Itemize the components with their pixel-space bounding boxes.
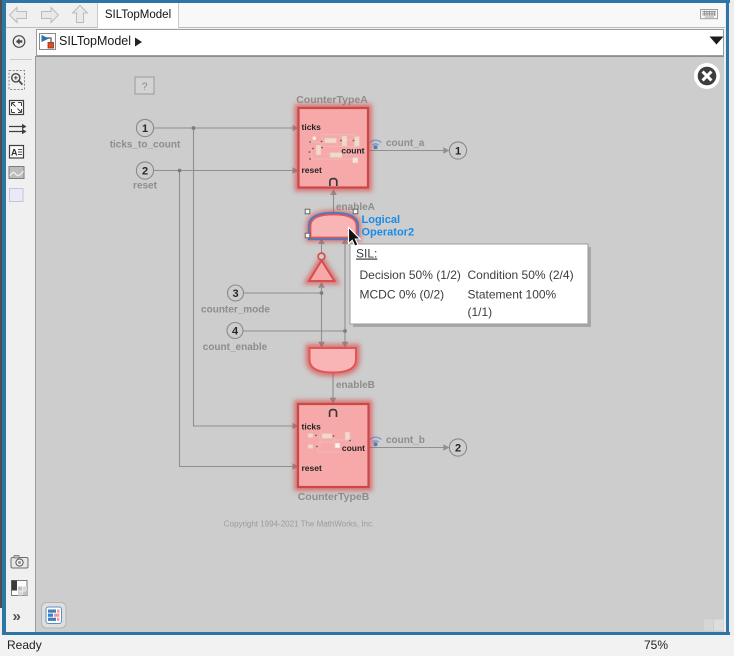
svg-text:MCDC 0% (0/2): MCDC 0% (0/2) bbox=[360, 288, 445, 302]
svg-text:»: » bbox=[12, 608, 20, 625]
svg-text:reset: reset bbox=[133, 181, 158, 192]
svg-text:ticks_to_count: ticks_to_count bbox=[110, 140, 181, 151]
svg-text:Condition 50% (2/4): Condition 50% (2/4) bbox=[468, 268, 574, 282]
svg-text:counter_mode: counter_mode bbox=[201, 305, 270, 316]
svg-text:Logical: Logical bbox=[362, 214, 401, 226]
svg-text:count_b: count_b bbox=[386, 435, 425, 446]
svg-text:CounterTypeB: CounterTypeB bbox=[298, 491, 370, 503]
svg-text:count_enable: count_enable bbox=[203, 342, 268, 353]
svg-text:4: 4 bbox=[232, 326, 239, 338]
svg-text:A: A bbox=[11, 148, 18, 158]
svg-text:count: count bbox=[341, 146, 364, 156]
svg-text:ticks: ticks bbox=[302, 422, 322, 432]
svg-text:Copyright 1994-2021 The MathWo: Copyright 1994-2021 The MathWorks, Inc. bbox=[224, 520, 374, 529]
svg-text:enableB: enableB bbox=[336, 380, 375, 391]
svg-text:count: count bbox=[342, 443, 365, 453]
svg-text:Operator2: Operator2 bbox=[362, 227, 415, 239]
svg-text:?: ? bbox=[141, 81, 147, 93]
svg-text:2: 2 bbox=[142, 166, 148, 178]
svg-text:ticks: ticks bbox=[302, 122, 322, 132]
svg-text:reset: reset bbox=[302, 463, 322, 473]
svg-text:1: 1 bbox=[455, 146, 461, 158]
svg-text:2: 2 bbox=[455, 443, 461, 455]
svg-text:count_a: count_a bbox=[386, 138, 425, 149]
svg-text:reset: reset bbox=[302, 165, 322, 175]
svg-text:(1/1): (1/1) bbox=[468, 305, 493, 319]
svg-text:3: 3 bbox=[232, 288, 238, 300]
svg-text:Decision 50% (1/2): Decision 50% (1/2) bbox=[360, 268, 461, 282]
svg-text:1: 1 bbox=[142, 123, 148, 135]
svg-text:SIL:: SIL: bbox=[356, 247, 377, 261]
svg-text:Statement 100%: Statement 100% bbox=[468, 288, 557, 302]
